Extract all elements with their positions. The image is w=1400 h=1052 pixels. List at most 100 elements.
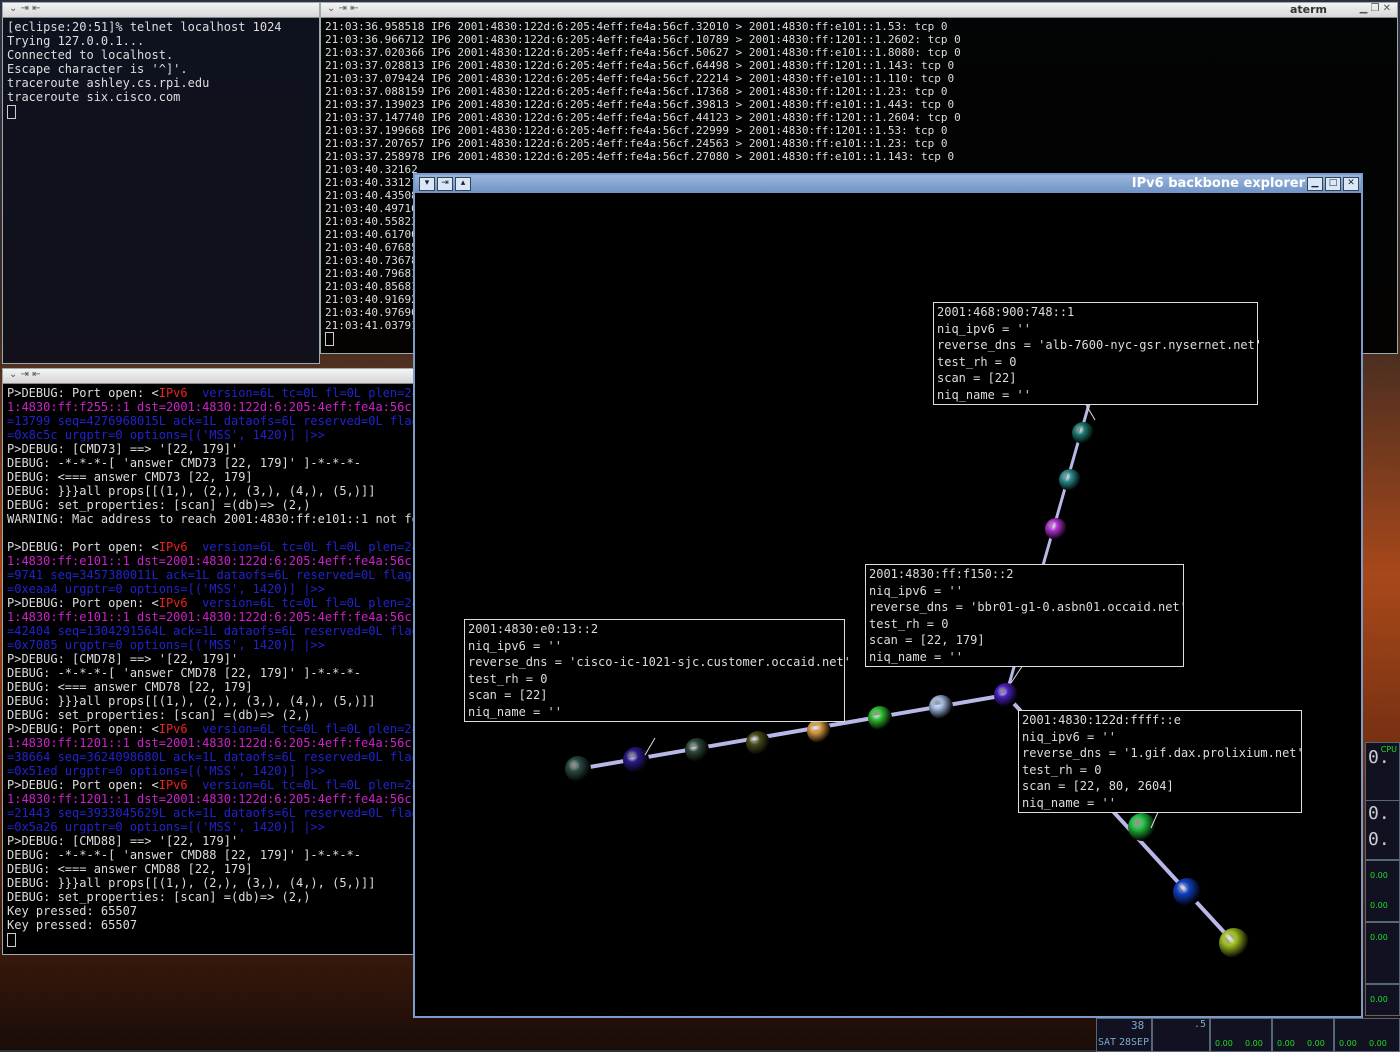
info-line: reverse_dns = 'bbr01-g1-0.asbn01.occaid.… bbox=[869, 600, 1187, 614]
debug-segment: version=6L tc=0L fl=0L plen=24 bbox=[187, 596, 413, 610]
aterm-line: 21:03:37.199668 IP6 2001:4830:122d:6:205… bbox=[325, 124, 948, 137]
aterm-line: 21:03:37.258978 IP6 2001:4830:122d:6:205… bbox=[325, 150, 955, 163]
cursor-icon bbox=[325, 332, 334, 346]
window-controls-icon[interactable]: ▁ ❐ ✕ bbox=[1360, 3, 1391, 14]
aterm-line: 21:03:37.147740 IP6 2001:4830:122d:6:205… bbox=[325, 111, 961, 124]
info-line: 2001:4830:ff:f150::2 bbox=[869, 567, 1014, 581]
info-line: scan = [22, 179] bbox=[869, 633, 985, 647]
debug-segment: P>DEBUG: Port open: < bbox=[7, 778, 159, 792]
router-node[interactable] bbox=[685, 738, 709, 762]
info-line: niq_ipv6 = '' bbox=[937, 321, 1031, 336]
debug-titlebar[interactable]: ⌄ ⇥ ⇤ bbox=[3, 369, 413, 384]
debug-segment: DEBUG: -*-*-*-[ 'answer CMD73 [22, 179]'… bbox=[7, 456, 362, 470]
shade-icon[interactable]: ⇥ bbox=[437, 177, 453, 191]
net-monitor-2: 0.00 bbox=[1365, 922, 1400, 984]
aterm-line: 21:03:37.207657 IP6 2001:4830:122d:6:205… bbox=[325, 137, 948, 150]
debug-line bbox=[7, 526, 409, 540]
mem-monitor: 0. 0. bbox=[1365, 800, 1400, 860]
minimize-icon[interactable]: ▁ bbox=[1307, 177, 1323, 191]
router-node[interactable] bbox=[1059, 469, 1081, 491]
maximize-icon[interactable]: □ bbox=[1325, 177, 1341, 191]
info-line: test_rh = 0 bbox=[937, 354, 1017, 369]
router-node[interactable] bbox=[929, 695, 953, 719]
aterm-line: 21:03:37.088159 IP6 2001:4830:122d:6:205… bbox=[325, 85, 948, 98]
raise-icon[interactable]: ▴ bbox=[455, 177, 471, 191]
debug-segment: =0x8c5c urgptr=0 options=[('MSS', 1420)]… bbox=[7, 428, 325, 442]
debug-segment: =42404 seq=1304291564L ack=1L dataofs=6L… bbox=[7, 624, 413, 638]
debug-output[interactable]: P>DEBUG: Port open: < IPv6 version=6L tc=… bbox=[3, 384, 413, 949]
cursor-icon bbox=[7, 932, 16, 947]
debug-line: P>DEBUG: Port open: <IPv6 version=6L tc=… bbox=[7, 386, 413, 400]
clock-day: SAT bbox=[1098, 1037, 1117, 1048]
telnet-line: traceroute six.cisco.com bbox=[7, 90, 181, 104]
menu-down-icon[interactable]: ▾ bbox=[419, 177, 435, 191]
router-node[interactable] bbox=[623, 747, 649, 773]
debug-segment: =38664 seq=3624098680L ack=1L dataofs=6L… bbox=[7, 750, 413, 764]
info-line: test_rh = 0 bbox=[468, 671, 548, 686]
debug-line: P>DEBUG: [CMD73] ==> '[22, 179]' bbox=[7, 442, 409, 456]
debug-segment: P>DEBUG: [CMD73] ==> '[22, 179]' bbox=[7, 442, 239, 456]
telnet-line: Connected to localhost. bbox=[7, 48, 174, 62]
debug-segment: =0x5a26 urgptr=0 options=[('MSS', 1420)]… bbox=[7, 820, 325, 834]
load-value: .5 bbox=[1193, 1019, 1206, 1030]
close-icon[interactable]: ✕ bbox=[1343, 177, 1359, 191]
window-menu-icon[interactable]: ⌄ ⇥ ⇤ bbox=[9, 3, 41, 14]
cursor-icon bbox=[7, 104, 16, 119]
window-menu-icon[interactable]: ⌄ ⇥ ⇤ bbox=[9, 369, 41, 380]
debug-line: P>DEBUG: Port open: <IPv6 version=6L tc=… bbox=[7, 540, 413, 554]
debug-segment: IPv6 bbox=[158, 540, 188, 554]
telnet-titlebar[interactable]: ⌄ ⇥ ⇤ bbox=[3, 3, 319, 18]
debug-line: DEBUG: -*-*-*-[ 'answer CMD78 [22, 179]'… bbox=[7, 666, 409, 680]
router-node[interactable] bbox=[1072, 422, 1094, 444]
debug-segment: IPv6 bbox=[158, 596, 188, 610]
net-b-value-b: 0.00 bbox=[1307, 1039, 1325, 1048]
net-c-value: 0.00 bbox=[1339, 1039, 1357, 1048]
telnet-line: Trying 127.0.0.1... bbox=[7, 34, 145, 48]
cpu-label: CPU bbox=[1380, 745, 1397, 754]
info-line: scan = [22] bbox=[937, 371, 1017, 385]
net-dockapp-b: 0.00 0.00 bbox=[1272, 1018, 1334, 1052]
router-node[interactable] bbox=[807, 719, 831, 743]
window-menu-icon[interactable]: ⌄ ⇥ ⇤ bbox=[327, 3, 359, 14]
debug-segment: DEBUG: <=== answer CMD88 [22, 179] bbox=[7, 862, 253, 876]
net-1-value: 0.00 bbox=[1370, 871, 1388, 880]
explorer-titlebar[interactable]: ▾ ⇥ ▴ IPv6 backbone explorer ▁ □ ✕ bbox=[415, 175, 1361, 193]
router-node[interactable] bbox=[746, 731, 770, 755]
debug-segment: version=6L tc=0L fl=0L plen=24 bbox=[187, 722, 413, 736]
debug-segment: =21443 seq=3933045629L ack=1L dataofs=6L… bbox=[7, 806, 413, 820]
telnet-terminal-window[interactable]: ⌄ ⇥ ⇤ [eclipse:20:51]% telnet localhost … bbox=[2, 2, 320, 364]
debug-line: DEBUG: set_properties: [scan] =(db)=> (2… bbox=[7, 498, 409, 512]
router-node[interactable] bbox=[1045, 518, 1067, 540]
router-node[interactable] bbox=[868, 706, 892, 730]
aterm-line: 21:03:36.958518 IP6 2001:4830:122d:6:205… bbox=[325, 20, 948, 33]
info-line: niq_name = '' bbox=[468, 704, 562, 719]
debug-segment: Key pressed: 65507 bbox=[7, 918, 138, 932]
ipv6-explorer-window[interactable]: ▾ ⇥ ▴ IPv6 backbone explorer ▁ □ ✕ 2001:… bbox=[413, 173, 1363, 1018]
debug-line: DEBUG: <=== answer CMD88 [22, 179] bbox=[7, 862, 409, 876]
debug-segment: =13799 seq=4276968015L ack=1L dataofs=6L… bbox=[7, 414, 413, 428]
telnet-prompt[interactable] bbox=[7, 104, 315, 119]
debug-terminal-window[interactable]: ⌄ ⇥ ⇤ P>DEBUG: Port open: < IPv6 version=… bbox=[2, 368, 414, 955]
info-line: test_rh = 0 bbox=[1022, 762, 1102, 777]
debug-line: =0x51ed urgptr=0 options=[('MSS', 1420)]… bbox=[7, 764, 409, 778]
debug-line: P>DEBUG: Port open: <IPv6 version=6L tc=… bbox=[7, 722, 413, 736]
router-node[interactable] bbox=[565, 756, 591, 782]
debug-segment: 1:4830:ff:f255::1 dst=2001:4830:122d:6:2… bbox=[7, 400, 413, 414]
debug-line: DEBUG: }}}all props[[(1,), (2,), (3,), (… bbox=[7, 694, 409, 708]
telnet-output[interactable]: [eclipse:20:51]% telnet localhost 1024 Tr… bbox=[3, 18, 319, 121]
debug-line: DEBUG: -*-*-*-[ 'answer CMD88 [22, 179]'… bbox=[7, 848, 409, 862]
router-node[interactable] bbox=[994, 683, 1018, 707]
debug-line: P>DEBUG: Port open: <IPv6 version=6L tc=… bbox=[7, 596, 413, 610]
debug-segment: DEBUG: }}}all props[[(1,), (2,), (3,), (… bbox=[7, 694, 376, 708]
debug-line: DEBUG: }}}all props[[(1,), (2,), (3,), (… bbox=[7, 876, 409, 890]
router-node[interactable] bbox=[1219, 928, 1249, 958]
debug-segment: =9741 seq=3457380011L ack=1L dataofs=6L … bbox=[7, 568, 413, 582]
debug-segment: Key pressed: 65507 bbox=[7, 904, 138, 918]
debug-prompt[interactable] bbox=[7, 932, 409, 947]
router-node[interactable] bbox=[1173, 878, 1201, 906]
debug-line: 1:4830:ff:f255::1 dst=2001:4830:122d:6:2… bbox=[7, 400, 413, 414]
debug-line: =13799 seq=4276968015L ack=1L dataofs=6L… bbox=[7, 414, 413, 428]
aterm-titlebar[interactable]: ⌄ ⇥ ⇤ aterm ▁ ❐ ✕ bbox=[321, 3, 1397, 18]
swap-readout: 0. bbox=[1368, 829, 1390, 850]
info-line: 2001:4830:122d:ffff::e bbox=[1022, 713, 1181, 727]
